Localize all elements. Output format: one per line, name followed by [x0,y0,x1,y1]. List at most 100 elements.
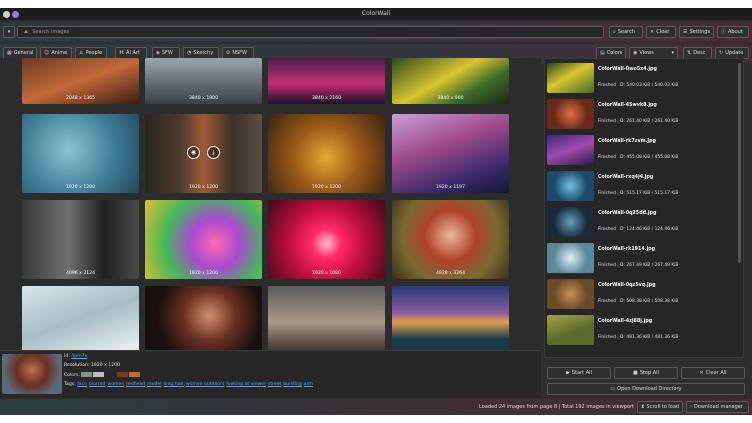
thumbnail-resolution: 1920 x 1200 [188,271,219,276]
menu-toggle-button[interactable]: ▾ [3,26,15,38]
refresh-icon: ↻ [719,50,724,56]
gallery-thumbnail[interactable]: ◉ ⤓ 1920 x 1200 [145,114,262,193]
gallery-thumbnail[interactable]: 3840 x 1900 [145,58,262,104]
image-id-line: Id: 4pm7x [64,354,89,359]
gallery-thumbnail[interactable]: 4928 x 3264 [392,200,509,279]
tag-link[interactable]: redhead [126,382,145,387]
download-filename: ColorWall-45wvk8.jpg [598,103,657,108]
play-icon: ▶ [566,370,570,376]
image-id-link[interactable]: 4pm7x [71,354,87,359]
filter-label: SFW [161,50,173,56]
scroll-label: Scroll to load [646,404,680,410]
download-item[interactable]: ColorWall-0qz5vq.jpg Finished . D: 508.38… [547,277,733,311]
download-filename: ColorWall-0wo5x4.jpg [598,67,657,72]
thumbnail-resolution: 2048 x 1365 [65,96,96,101]
gallery-thumbnail[interactable]: 1920 x 1200 [22,114,139,193]
chevron-down-icon: ▾ [671,50,674,56]
image-search-icon: ⛰ [24,29,29,35]
thumbnail-resolution: 3840 x 2160 [311,96,342,101]
settings-button[interactable]: ☰ Settings [679,26,714,38]
download-item[interactable]: ColorWall-45wvk8.jpg Finished . D: 261.40… [547,97,733,131]
tag-link[interactable]: long hair [164,382,184,387]
selected-image-preview[interactable] [2,354,62,394]
gallery-thumbnail[interactable] [22,286,139,351]
desc-label: Desc [693,50,706,56]
tag-link[interactable]: arm [304,382,313,387]
download-status: Finished . D: 261.40 KiB / 261.40 KiB [598,119,679,124]
open-dir-label: Open Download Directory [617,386,682,392]
tag-link[interactable]: building [283,382,301,387]
color-swatch[interactable] [129,372,141,377]
eye-icon: ◉ [633,50,638,56]
preview-eye-icon[interactable]: ◉ [187,146,200,159]
color-swatch[interactable] [81,372,93,377]
tags-line: Tags: face blurred women redhead model long h… [64,382,315,387]
grid-icon: ▦ [7,50,12,56]
about-button[interactable]: ⓘ About [717,26,749,38]
anime-icon: ☺ [44,50,50,56]
tag-link[interactable]: women outdoors [186,382,225,387]
clear-button[interactable]: ✕ Clear [646,26,676,38]
color-swatch[interactable] [117,372,129,377]
tag-link[interactable]: women [107,382,124,387]
download-item[interactable]: ColorWall-0q25dd.jpg Finished . D: 124.46… [547,205,733,239]
manager-label: Download manager [694,404,743,410]
gallery-thumbnail[interactable]: 1920 x 1200 [145,200,262,279]
tag-link[interactable]: face [77,382,87,387]
tag-link[interactable]: street [268,382,281,387]
download-thumbnail [547,135,594,165]
scroll-to-load-button[interactable]: ⧗ Scroll to load [637,401,683,413]
search-button[interactable]: ⌕ Search [609,26,643,38]
download-item[interactable]: ColorWall-rk1914.jpg Finished . D: 267.49… [547,241,733,275]
start-all-button[interactable]: ▶ Start All [547,367,611,379]
download-icon[interactable]: ⤓ [207,146,220,159]
color-swatch[interactable] [105,372,117,377]
person-icon: ♙ [79,50,84,56]
gallery-thumbnail[interactable] [145,286,262,351]
download-item[interactable]: ColorWall-4zj88j.jpg Finished . D: 481.36… [547,313,733,347]
download-filename: ColorWall-0qz5vq.jpg [598,283,656,288]
clear-all-button[interactable]: ✕ Clear All [681,367,745,379]
ai-icon: ⌘ [119,50,124,56]
close-icon: ✕ [650,29,655,35]
gallery-thumbnail[interactable]: 3840 x 900 [392,58,509,104]
download-controls: ▶ Start All ■ Stop All ✕ Clear All ▭ Open Do… [544,365,748,399]
search-input[interactable]: ⛰ Search images [17,26,604,38]
chevron-right-icon: › [690,404,692,410]
download-status: Finished . D: 124.46 KiB / 124.46 KiB [598,227,679,232]
gallery-thumbnail[interactable]: 2048 x 1365 [22,58,139,104]
download-thumbnail [547,171,594,201]
gallery-thumbnail[interactable]: 4096 x 2124 [22,200,139,279]
id-label: Id: [64,354,70,359]
download-thumbnail [547,279,594,309]
download-item[interactable]: ColorWall-rk7zvm.jpg Finished . D: 455.08… [547,133,733,167]
tag-link[interactable]: looking at viewer [226,382,266,387]
sketchy-icon: ◔ [187,50,192,56]
stop-all-button[interactable]: ■ Stop All [614,367,678,379]
stop-all-label: Stop All [639,370,659,376]
search-bar: ▾ ⛰ Search images ⌕ Search ✕ Clear ☰ Setting… [0,22,752,42]
open-download-directory-button[interactable]: ▭ Open Download Directory [547,383,745,395]
gallery-thumbnail[interactable] [392,286,509,351]
tag-link[interactable]: model [147,382,161,387]
download-item[interactable]: ColorWall-0wo5x4.jpg Finished . D: 540.03… [547,61,733,95]
gallery-thumbnail[interactable]: 1920 x 1200 [268,114,385,193]
gallery-thumbnail[interactable]: 3840 x 2160 [268,58,385,104]
download-thumbnail [547,63,594,93]
download-status: Finished . D: 267.49 KiB / 267.49 KiB [598,263,679,268]
status-bar: Loaded 24 images from page 8 | Total 192… [0,399,752,415]
window-control-icon[interactable] [3,11,10,18]
gallery-thumbnail[interactable] [268,286,385,351]
thumbnail-resolution: 4928 x 3264 [435,271,466,276]
download-filename: ColorWall-0q25dd.jpg [598,211,657,216]
gallery-thumbnail[interactable]: 1920 x 1080 [268,200,385,279]
window-control-icon[interactable] [12,11,19,18]
download-list-scrollbar[interactable] [738,63,741,263]
filter-label: Anime [51,50,68,56]
settings-button-label: Settings [689,29,710,35]
gallery-thumbnail[interactable]: 1920 x 1197 [392,114,509,193]
download-manager-button[interactable]: › Download manager [686,401,749,413]
download-item[interactable]: ColorWall-rxq4j4.jpg Finished . D: 515.17… [547,169,733,203]
color-swatch[interactable] [93,372,105,377]
tag-link[interactable]: blurred [89,382,105,387]
